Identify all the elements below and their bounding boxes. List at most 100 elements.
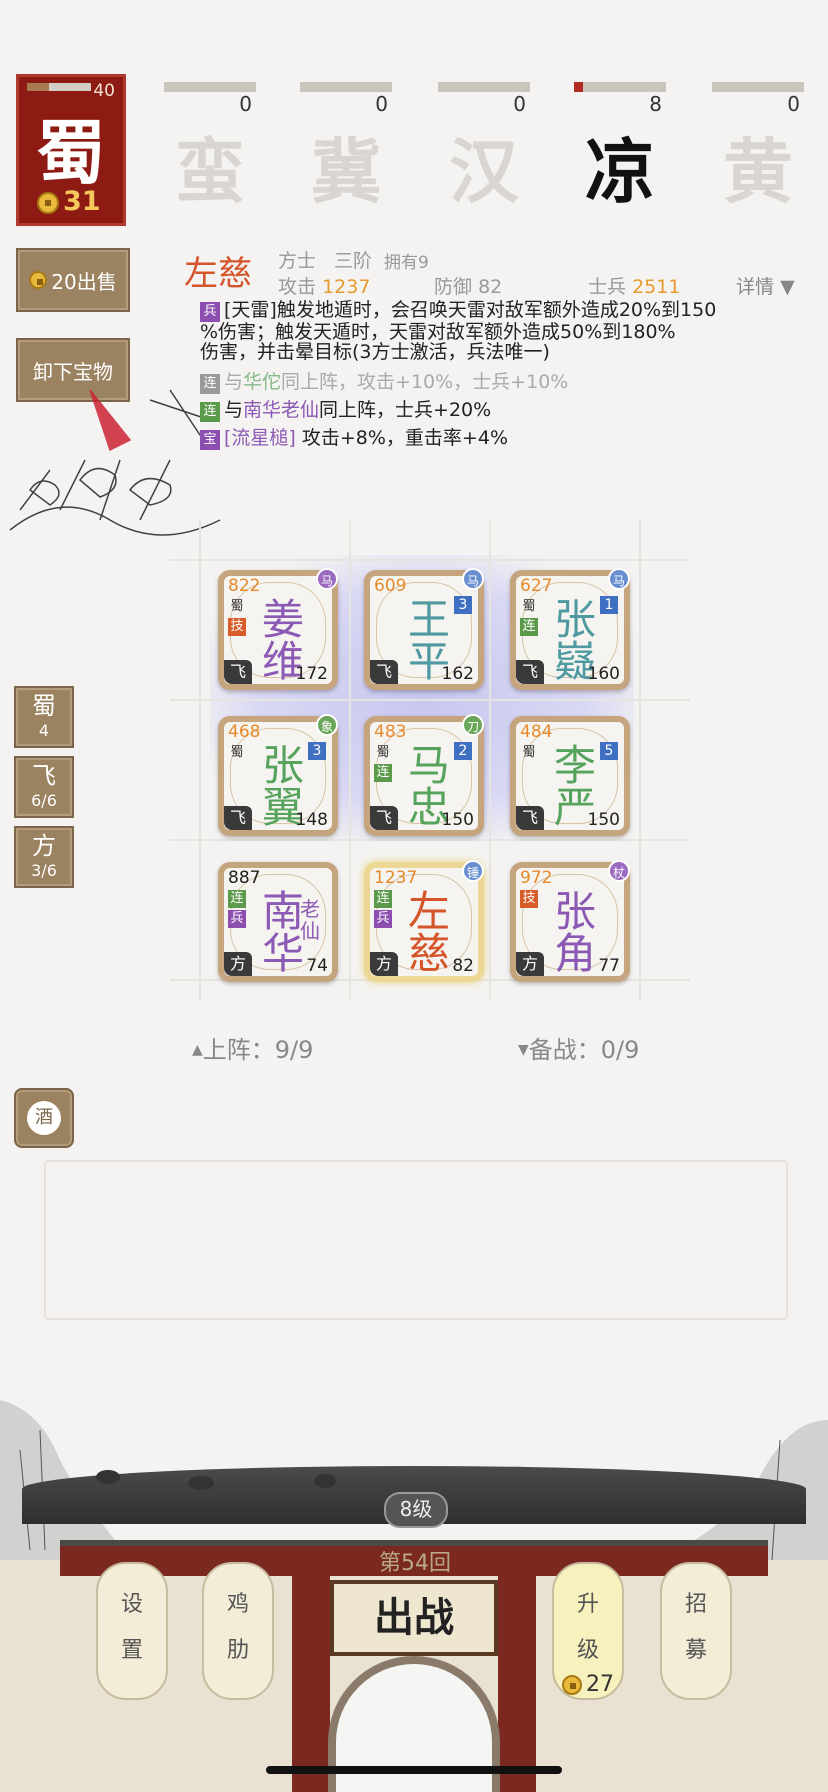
- unit-type-icon: 锤: [462, 860, 484, 882]
- battle-button[interactable]: 出战: [330, 1580, 498, 1656]
- synergy-name: 方: [32, 832, 56, 860]
- card-unit-type: 飞: [224, 660, 252, 684]
- card-soldiers: 150: [587, 810, 620, 830]
- gate-pillar: [498, 1548, 536, 1792]
- card-level: 1: [600, 596, 618, 614]
- card-level: 5: [600, 742, 618, 760]
- coin-icon: [29, 271, 48, 289]
- card-unit-type: 飞: [370, 806, 398, 830]
- faction-char: 蛮: [175, 130, 245, 213]
- player-level-badge: 8级: [384, 1492, 448, 1528]
- card-faction: 蜀: [230, 599, 244, 614]
- faction-char: 汉: [449, 130, 519, 213]
- card-unit-type: 飞: [224, 806, 252, 830]
- card-tag: 连: [228, 890, 246, 908]
- card-tag: 兵: [228, 910, 246, 928]
- synergy-filter[interactable]: 蜀4: [14, 686, 74, 748]
- wine-button[interactable]: 酒: [14, 1088, 74, 1148]
- crow-icon: [188, 1476, 214, 1490]
- card-unit-type: 飞: [516, 806, 544, 830]
- card-faction: 蜀: [376, 745, 390, 760]
- card-tag: 连: [374, 764, 392, 782]
- faction-card-shu[interactable]: 40 蜀 31: [16, 74, 126, 226]
- hero-card[interactable]: 627 蜀连张嶷 1 马 160 飞: [510, 568, 630, 690]
- hero-class: 方士: [278, 250, 317, 272]
- card-attack: 627: [520, 576, 553, 596]
- card-faction: 蜀: [522, 745, 536, 760]
- hero-card[interactable]: 609 王平 3 马 162 飞: [364, 568, 484, 690]
- caret-down-icon: ▼: [780, 276, 795, 298]
- hero-card[interactable]: 484 蜀李严 5 150 飞: [510, 716, 630, 836]
- card-unit-type: 飞: [516, 660, 544, 684]
- upgrade-button[interactable]: 升级 27: [552, 1562, 624, 1700]
- faction-tab[interactable]: 0冀: [300, 74, 392, 213]
- skill-description: 兵 [天雷]触发地遁时，会召唤天雷对敌军额外造成20%到150 %伤害；触发天遁时…: [200, 299, 717, 363]
- details-link[interactable]: 详情 ▼: [736, 272, 795, 299]
- unit-type-icon: 马: [316, 568, 338, 590]
- faction-count: 0: [787, 92, 800, 116]
- synergy-filter[interactable]: 飞 6/6: [14, 756, 74, 818]
- card-attack: 468: [228, 722, 261, 742]
- card-tag: 连: [520, 618, 538, 636]
- coin-icon: [562, 1675, 582, 1695]
- reserve-counter: ▼备战：0/9: [518, 1036, 640, 1064]
- card-attack: 483: [374, 722, 407, 742]
- hero-card[interactable]: 822 蜀技姜维马 172 飞: [218, 568, 338, 690]
- card-tag: 技: [520, 890, 538, 908]
- card-soldiers: 160: [587, 664, 620, 684]
- faction-tab[interactable]: 0汉: [438, 74, 530, 213]
- card-faction: 蜀: [522, 599, 536, 614]
- unit-type-icon: 马: [608, 568, 630, 590]
- card-tag: 兵: [374, 910, 392, 928]
- triangle-down-icon: ▼: [518, 1042, 529, 1058]
- faction-count: 8: [649, 92, 662, 116]
- faction-char: 冀: [311, 130, 381, 213]
- card-level: 3: [454, 596, 472, 614]
- hero-card[interactable]: 483 蜀连马忠 2 刀 150 飞: [364, 714, 484, 836]
- unit-type-icon: 象: [316, 714, 338, 736]
- settings-button[interactable]: 设置: [96, 1562, 168, 1700]
- faction-progress-bar: [300, 82, 392, 92]
- card-name-extra: 老仙: [300, 897, 320, 943]
- faction-progress-bar: [712, 82, 804, 92]
- synergy-count: 3/6: [31, 861, 57, 880]
- gate-pillar: [292, 1548, 330, 1792]
- faction-tab[interactable]: 0蛮: [164, 74, 256, 213]
- treasure-bonus: 宝 [流星槌] 攻击+8%，重击率+4%: [200, 428, 800, 450]
- recruit-button[interactable]: 招募: [660, 1562, 732, 1700]
- sell-button[interactable]: 20出售: [16, 248, 130, 312]
- hero-card[interactable]: 972 技张角杖 77 方: [510, 860, 630, 982]
- card-name-2: 慈: [407, 929, 450, 978]
- faction-progress-bar: [574, 82, 666, 92]
- card-soldiers: 162: [441, 664, 474, 684]
- card-soldiers: 148: [295, 810, 328, 830]
- card-unit-type: 飞: [370, 660, 398, 684]
- faction-tab[interactable]: 8凉: [574, 74, 666, 213]
- hero-card[interactable]: 468 蜀张翼 3 象 148 飞: [218, 714, 338, 836]
- hero-card[interactable]: 1237 连兵左慈锤 82 方: [364, 860, 484, 982]
- unit-type-icon: 刀: [462, 714, 484, 736]
- card-soldiers: 82: [452, 956, 474, 976]
- card-tag: 连: [374, 890, 392, 908]
- faction-progress-bar: [164, 82, 256, 92]
- chicken-rib-button[interactable]: 鸡肋: [202, 1562, 274, 1700]
- card-level: 2: [454, 742, 472, 760]
- hero-card[interactable]: 887 连兵南华老仙 74 方: [218, 862, 338, 982]
- deployed-counter: ▲上阵：9/9: [192, 1036, 314, 1064]
- faction-tab[interactable]: 0黄: [712, 74, 804, 213]
- skill-tag: 兵: [200, 302, 220, 322]
- defense-stat: 防御 82: [434, 276, 503, 298]
- link-bonus-2: 连与南华老仙同上阵，士兵+20%: [200, 400, 800, 422]
- faction-char: 凉: [585, 130, 655, 213]
- card-soldiers: 150: [441, 810, 474, 830]
- link-bonus-1: 连与华佗同上阵，攻击+10%，士兵+10%: [200, 372, 800, 394]
- hero-name: 左慈: [184, 254, 252, 294]
- synergy-count: 6/6: [31, 791, 57, 810]
- card-faction: 蜀: [230, 745, 244, 760]
- synergy-filter[interactable]: 方 3/6: [14, 826, 74, 888]
- hero-rank: 三阶: [334, 250, 373, 272]
- upgrade-cost: 27: [562, 1674, 614, 1696]
- faction-count: 0: [513, 92, 526, 116]
- home-indicator: [266, 1766, 562, 1774]
- card-attack: 484: [520, 722, 553, 742]
